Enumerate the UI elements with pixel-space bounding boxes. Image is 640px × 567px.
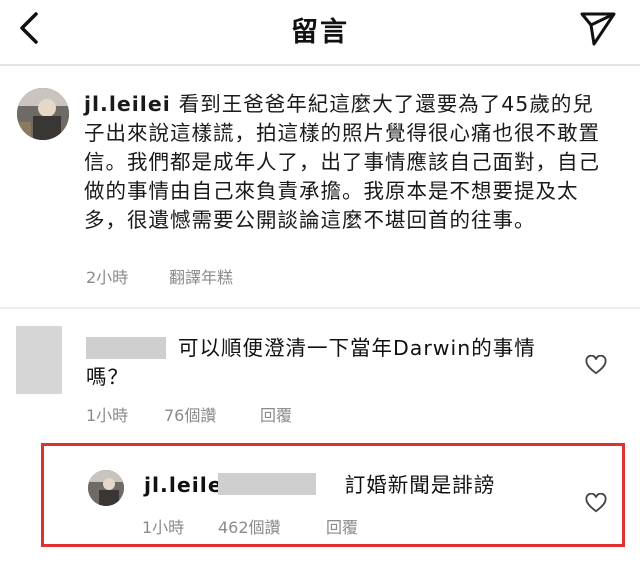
comment-text: jl.leilei 訂婚新聞是誹謗 <box>144 473 496 497</box>
avatar-photo-icon <box>88 470 124 506</box>
translate-link[interactable]: 翻譯年糕 <box>169 264 233 288</box>
avatar[interactable] <box>16 326 62 394</box>
comment-time: 1小時 <box>142 518 185 537</box>
avatar[interactable] <box>88 470 124 506</box>
comment-time: 1小時 <box>86 406 129 425</box>
reply-button[interactable]: 回覆 <box>260 402 292 426</box>
heart-icon[interactable] <box>585 493 607 513</box>
send-icon[interactable] <box>578 10 618 48</box>
caption-time: 2小時 <box>86 268 129 287</box>
comment-text: 可以順便澄清一下當年Darwin的事情嗎？ <box>86 336 536 389</box>
comment-likes[interactable]: 462個讚 <box>218 514 281 538</box>
header-bar: 留言 <box>0 0 640 62</box>
avatar[interactable] <box>17 88 69 140</box>
comment-likes[interactable]: 76個讚 <box>164 402 216 426</box>
heart-icon[interactable] <box>585 355 607 375</box>
header-divider <box>0 64 640 66</box>
section-divider <box>0 307 640 309</box>
blurred-username[interactable] <box>218 473 316 495</box>
caption-username[interactable]: jl.leilei <box>84 92 171 116</box>
caption-text: jl.leilei 看到王爸爸年紀這麼大了還要為了45歲的兒子出來說這樣謊，拍這樣… <box>84 90 614 235</box>
reply-button[interactable]: 回覆 <box>326 514 358 538</box>
page-title: 留言 <box>291 17 349 48</box>
avatar-photo-icon <box>17 88 69 140</box>
